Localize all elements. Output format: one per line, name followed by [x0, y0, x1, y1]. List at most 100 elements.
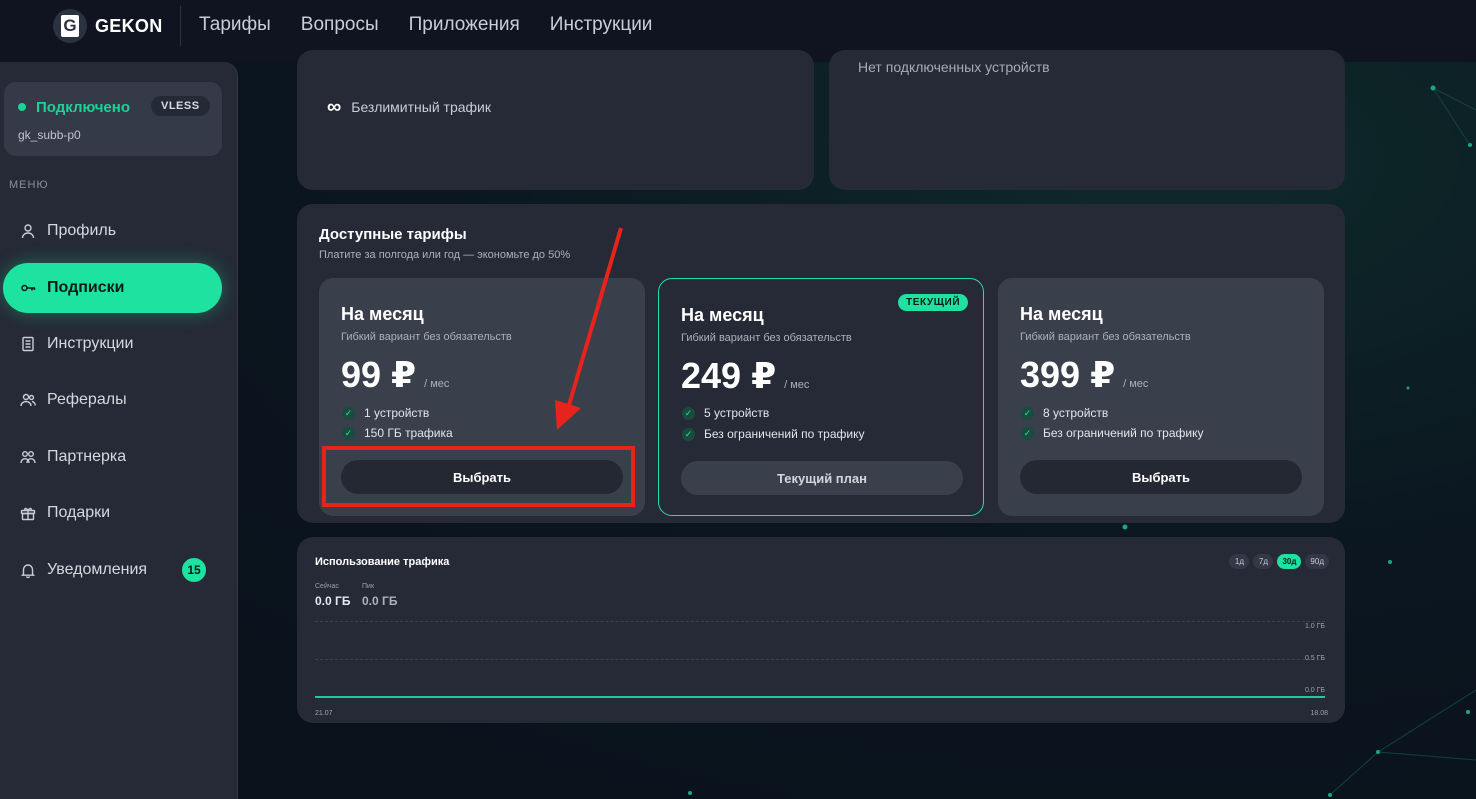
peak-label: Пик [362, 583, 375, 590]
current-plan-badge: ТЕКУЩИЙ [898, 294, 969, 311]
plan-name: На месяц [1020, 304, 1103, 324]
plan-feature: ✓ 1 устройств [342, 406, 429, 420]
plan-price-period: / мес [1123, 378, 1149, 390]
sidebar-item-label: Подписки [47, 279, 125, 296]
topnav-faq[interactable]: Вопросы [301, 14, 379, 36]
connection-card: Подключено VLESS gk_subb-p0 [4, 82, 222, 156]
tariffs-title: Доступные тарифы [319, 226, 467, 243]
sidebar: Подключено VLESS gk_subb-p0 МЕНЮ Профиль… [0, 62, 238, 799]
no-devices-text: Нет подключенных устройств [858, 59, 1050, 75]
top-nav: Тарифы Вопросы Приложения Инструкции [199, 14, 652, 36]
connection-user: gk_subb-p0 [18, 128, 81, 142]
sidebar-item-label: Подарки [47, 504, 111, 521]
plan-feature-label: 150 ГБ трафика [364, 426, 453, 440]
now-label: Сейчас [315, 583, 339, 590]
menu-title: МЕНЮ [9, 179, 49, 191]
plan-description: Гибкий вариант без обязательств [341, 331, 512, 343]
check-icon: ✓ [682, 406, 695, 420]
sidebar-item-instructions[interactable]: Инструкции [3, 319, 222, 369]
bell-icon [19, 561, 37, 579]
plan-price-amount: 249 ₽ [681, 355, 777, 396]
sidebar-item-notifications[interactable]: Уведомления 15 [3, 545, 222, 595]
plan-price-amount: 99 ₽ [341, 354, 417, 395]
now-value: 0.0 ГБ [315, 594, 351, 608]
brand-logo[interactable]: G GEKON [53, 9, 163, 43]
select-plan-button[interactable]: Выбрать [1020, 460, 1302, 494]
plan-feature: ✓ 150 ГБ трафика [342, 426, 453, 440]
sidebar-item-label: Рефералы [47, 391, 127, 408]
divider [180, 6, 181, 46]
partners-icon [19, 448, 37, 466]
current-plan-button[interactable]: Текущий план [681, 461, 963, 495]
plan-feature-label: Без ограничений по трафику [704, 427, 865, 441]
connection-status: Подключено [36, 99, 130, 116]
document-icon [19, 335, 37, 353]
plan-feature-label: 5 устройств [704, 406, 770, 420]
sidebar-item-label: Уведомления [47, 561, 148, 578]
traffic-info-card: ∞ Безлимитный трафик [297, 50, 814, 190]
check-icon: ✓ [1021, 426, 1034, 440]
key-icon [19, 279, 37, 297]
topnav-tariffs[interactable]: Тарифы [199, 14, 271, 36]
y-tick-label: 1.0 ГБ [1304, 623, 1325, 630]
annotation-highlight-box [322, 446, 635, 507]
range-1d-button[interactable]: 1д [1229, 554, 1250, 569]
range-7d-button[interactable]: 7д [1253, 554, 1274, 569]
x-start-label: 21.07 [315, 710, 333, 717]
sidebar-item-partners[interactable]: Партнерка [3, 432, 222, 482]
plan-price: 99 ₽ / мес [341, 354, 449, 396]
infinity-icon: ∞ [327, 96, 342, 118]
check-icon: ✓ [682, 427, 695, 441]
devices-card: Нет подключенных устройств [829, 50, 1345, 190]
users-icon [19, 391, 37, 409]
range-30d-button[interactable]: 30д [1277, 554, 1302, 569]
plan-feature: ✓ 8 устройств [1021, 406, 1108, 420]
plan-feature-label: 8 устройств [1043, 406, 1109, 420]
traffic-usage-card: Использование трафика 1д 7д 30д 90д Сейч… [297, 537, 1345, 723]
y-tick-label: 0.0 ГБ [1304, 687, 1325, 694]
plan-name: На месяц [681, 305, 764, 325]
check-icon: ✓ [342, 426, 355, 440]
topnav-instructions[interactable]: Инструкции [550, 14, 653, 36]
y-tick-label: 0.5 ГБ [1304, 655, 1325, 662]
logo-icon: G [53, 9, 87, 43]
plan-description: Гибкий вариант без обязательств [681, 332, 852, 344]
topnav-apps[interactable]: Приложения [409, 14, 520, 36]
plan-feature: ✓ 5 устройств [682, 406, 769, 420]
sidebar-item-label: Партнерка [47, 448, 127, 465]
brand-name: GEKON [95, 15, 163, 36]
plan-card-current: ТЕКУЩИЙ На месяц Гибкий вариант без обяз… [658, 278, 984, 516]
protocol-badge: VLESS [151, 96, 210, 116]
plan-description: Гибкий вариант без обязательств [1020, 331, 1191, 343]
range-selector: 1д 7д 30д 90д [1229, 554, 1329, 569]
unlimited-traffic-label: Безлимитный трафик [351, 99, 491, 115]
sidebar-item-subscriptions[interactable]: Подписки [3, 263, 222, 313]
check-icon: ✓ [1021, 406, 1034, 420]
plan-price-amount: 399 ₽ [1020, 354, 1116, 395]
plan-feature: ✓ Без ограничений по трафику [1021, 426, 1203, 440]
sidebar-item-gifts[interactable]: Подарки [3, 488, 222, 538]
check-icon: ✓ [342, 406, 355, 420]
gridline [315, 659, 1325, 660]
plan-price: 399 ₽ / мес [1020, 354, 1148, 396]
gridline [315, 621, 1325, 622]
plan-name: На месяц [341, 304, 424, 324]
sidebar-item-label: Профиль [47, 222, 117, 239]
sidebar-item-label: Инструкции [47, 335, 134, 352]
range-90d-button[interactable]: 90д [1305, 554, 1329, 569]
status-dot-icon [18, 103, 26, 111]
notification-count-badge: 15 [182, 558, 206, 582]
plan-feature-label: Без ограничений по трафику [1043, 426, 1204, 440]
plan-card: На месяц Гибкий вариант без обязательств… [998, 278, 1324, 516]
peak-value: 0.0 ГБ [362, 594, 398, 608]
traffic-title: Использование трафика [315, 556, 450, 568]
plan-feature-label: 1 устройств [364, 406, 430, 420]
plan-price: 249 ₽ / мес [681, 355, 809, 397]
plan-price-period: / мес [784, 379, 810, 391]
sidebar-item-profile[interactable]: Профиль [3, 206, 222, 256]
plan-price-period: / мес [424, 378, 450, 390]
gift-icon [19, 504, 37, 522]
sidebar-item-referrals[interactable]: Рефералы [3, 375, 222, 425]
plan-feature: ✓ Без ограничений по трафику [682, 427, 864, 441]
x-end-label: 18.08 [1310, 710, 1328, 717]
